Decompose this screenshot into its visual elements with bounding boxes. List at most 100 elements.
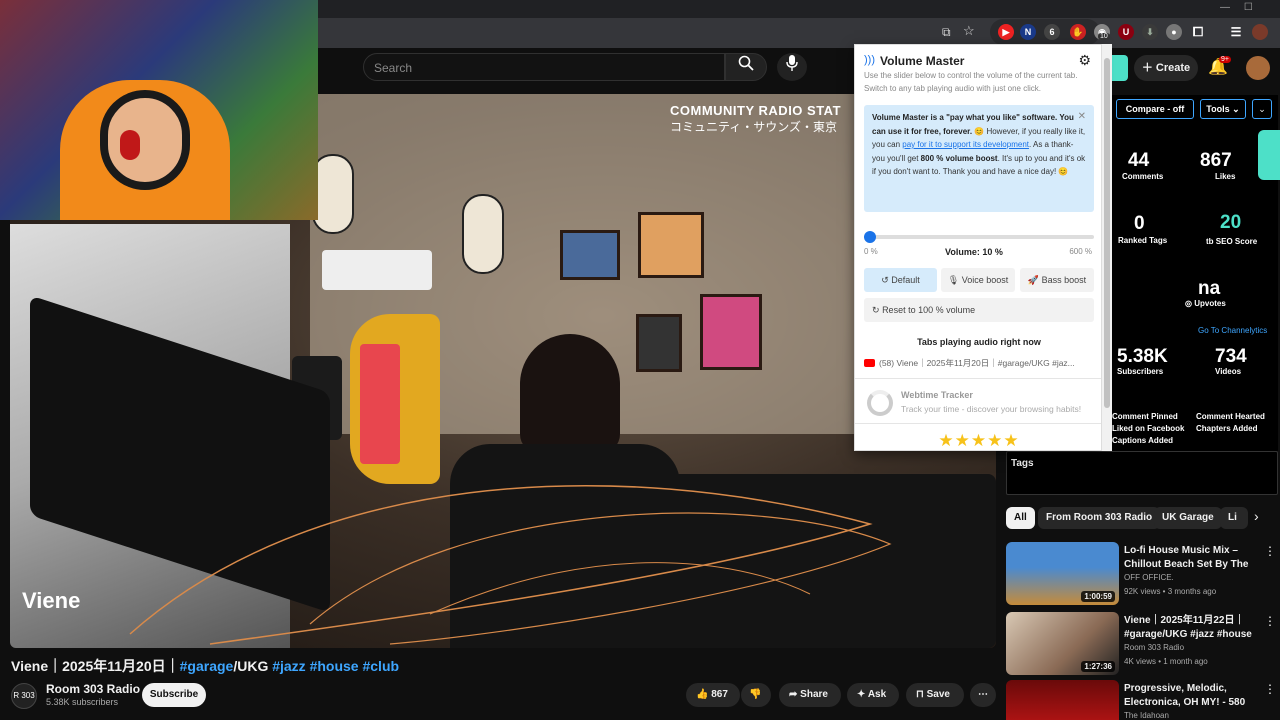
- chip-live[interactable]: Li: [1220, 507, 1248, 529]
- headphone-icon: [120, 130, 140, 160]
- hashtag-link[interactable]: #garage: [180, 658, 234, 674]
- puzzle-ext-icon[interactable]: ⧠: [1190, 24, 1206, 40]
- voice-boost-button[interactable]: 🎙 Voice boost: [941, 268, 1015, 292]
- webcam-overlay: [0, 0, 318, 220]
- tabs-heading: Tabs playing audio right now: [917, 337, 1041, 347]
- rating-stars[interactable]: ★★★★★: [855, 431, 1101, 450]
- subscribe-button[interactable]: Subscribe: [142, 683, 206, 707]
- hashtag-link[interactable]: #house: [310, 658, 359, 674]
- webtime-promo[interactable]: Webtime Tracker Track your time - discov…: [855, 378, 1101, 424]
- rec-channel[interactable]: OFF OFFICE.: [1124, 573, 1174, 582]
- six-ext-icon[interactable]: 6: [1044, 24, 1060, 40]
- channel-subscribers: 5.38K subscribers: [46, 697, 119, 707]
- thumbs-down-icon: 👎: [749, 689, 762, 700]
- channel-avatar[interactable]: R 303: [11, 683, 37, 709]
- hashtag-link[interactable]: #club: [362, 658, 399, 674]
- chevron-down-icon[interactable]: ⌄: [1252, 99, 1272, 119]
- pay-link[interactable]: pay for it to support its development: [902, 140, 1029, 149]
- window-controls[interactable]: — ☐: [1220, 2, 1253, 13]
- more-actions-icon[interactable]: ⋯: [970, 683, 996, 707]
- rec-channel[interactable]: The Idahoan: [1124, 711, 1169, 720]
- ranked-tags-count: 0: [1134, 213, 1145, 234]
- download-ext-icon[interactable]: ⬇: [1142, 24, 1158, 40]
- install-app-icon[interactable]: ⧉: [942, 25, 951, 40]
- bookmark-icon: ⊓: [916, 689, 924, 700]
- popup-title: Volume Master: [880, 54, 965, 68]
- rec-views: 4K views • 1 month ago: [1124, 657, 1208, 666]
- undo-icon: ↺: [881, 275, 889, 285]
- likes-label: Likes: [1215, 172, 1236, 181]
- profile-icon[interactable]: [1252, 24, 1268, 40]
- side-tab[interactable]: [1258, 130, 1280, 180]
- flag-captions-added: Captions Added: [1112, 436, 1174, 445]
- promo-subtitle: Track your time - discover your browsing…: [901, 404, 1082, 414]
- refresh-icon: ↻: [872, 305, 880, 315]
- mic-icon: 🎙: [947, 275, 960, 285]
- rec-title[interactable]: Viene｜2025年11月22日｜#garage/UKG #jazz #hou…: [1124, 614, 1264, 642]
- list-item[interactable]: Progressive, Melodic, Electronica, OH MY…: [1006, 680, 1280, 720]
- search-icon[interactable]: [725, 53, 767, 81]
- video-title: Viene｜2025年11月20日｜#garage/UKG #jazz #hou…: [11, 656, 399, 676]
- youtube-ext-icon[interactable]: ▶: [998, 24, 1014, 40]
- video-thumbnail[interactable]: [1006, 680, 1119, 720]
- tools-label: Tools: [1206, 104, 1230, 114]
- video-thumbnail[interactable]: 1:27:36: [1006, 612, 1119, 675]
- flag-comment-pinned: Comment Pinned: [1112, 412, 1178, 421]
- channel-name[interactable]: Room 303 Radio: [46, 682, 140, 696]
- volume-badge: 10: [1098, 33, 1110, 40]
- list-item[interactable]: 1:27:36 Viene｜2025年11月22日｜#garage/UKG #j…: [1006, 612, 1280, 676]
- search-input[interactable]: Search: [363, 53, 725, 81]
- video-thumbnail[interactable]: 1:00:59: [1006, 542, 1119, 605]
- hashtag-link[interactable]: #jazz: [272, 658, 305, 674]
- title-mid: /UKG: [233, 658, 273, 674]
- gear-icon[interactable]: ⚙: [1078, 52, 1091, 69]
- upvotes-label: ◎ Upvotes: [1185, 299, 1226, 308]
- save-button[interactable]: ⊓ Save: [906, 683, 964, 707]
- tools-button[interactable]: Tools ⌄: [1200, 99, 1246, 119]
- bookmark-star-icon[interactable]: ☆: [963, 23, 975, 39]
- adblock-ext-icon[interactable]: ✋: [1070, 24, 1086, 40]
- rec-title[interactable]: Lo-fi House Music Mix – Chillout Beach S…: [1124, 544, 1264, 572]
- chip-all[interactable]: All: [1006, 507, 1035, 529]
- reset-volume-button[interactable]: ↻ Reset to 100 % volume: [864, 298, 1094, 322]
- video-overlay-title: COMMUNITY RADIO STAT: [670, 103, 842, 118]
- avatar[interactable]: [1246, 56, 1270, 80]
- circle-ext-icon[interactable]: ●: [1166, 24, 1182, 40]
- more-options-icon[interactable]: ⋮: [1264, 544, 1276, 558]
- chip-from-channel[interactable]: From Room 303 Radio: [1038, 507, 1161, 529]
- ask-label: Ask: [867, 689, 887, 700]
- volume-slider-knob[interactable]: [863, 231, 876, 243]
- like-button[interactable]: 👍 867: [686, 683, 740, 707]
- bass-boost-button[interactable]: 🚀 Bass boost: [1020, 268, 1094, 292]
- dislike-button[interactable]: 👎: [741, 683, 771, 707]
- rec-channel[interactable]: Room 303 Radio: [1124, 643, 1184, 652]
- audio-tab-item[interactable]: (58) Viene｜2025年11月20日｜#garage/UKG #jaz.…: [864, 357, 1096, 369]
- share-button[interactable]: ➦ Share: [779, 683, 841, 707]
- thumbs-up-icon: 👍: [696, 689, 709, 700]
- ask-button[interactable]: ✦ Ask: [847, 683, 899, 707]
- mic-icon[interactable]: [777, 53, 807, 81]
- mode-default-button[interactable]: ↺ Default: [864, 268, 937, 292]
- n-ext-icon[interactable]: N: [1020, 24, 1036, 40]
- more-options-icon[interactable]: ⋮: [1264, 682, 1276, 696]
- likes-count: 867: [1200, 150, 1232, 171]
- subscribers-label: Subscribers: [1117, 367, 1164, 376]
- youtube-icon: [864, 359, 875, 367]
- create-button[interactable]: ＋ Create: [1134, 55, 1198, 81]
- close-icon[interactable]: ✕: [1078, 110, 1086, 124]
- volume-master-popup: ))) Volume Master ⚙ Use the slider below…: [854, 44, 1102, 451]
- chevron-right-icon[interactable]: ›: [1254, 508, 1259, 524]
- ublock-ext-icon[interactable]: U: [1118, 24, 1134, 40]
- upvotes-count: na: [1198, 278, 1221, 299]
- comments-count: 44: [1128, 150, 1150, 171]
- list-item[interactable]: 1:00:59 Lo-fi House Music Mix – Chillout…: [1006, 542, 1280, 606]
- chip-uk-garage[interactable]: UK Garage: [1154, 507, 1222, 529]
- channelytics-link[interactable]: Go To Channelytics: [1198, 326, 1267, 335]
- menu-icon[interactable]: ☰: [1228, 24, 1244, 40]
- popup-scrollbar-thumb[interactable]: [1104, 58, 1110, 408]
- more-options-icon[interactable]: ⋮: [1264, 614, 1276, 628]
- rec-title[interactable]: Progressive, Melodic, Electronica, OH MY…: [1124, 682, 1264, 710]
- sparkle-icon: ✦: [857, 689, 866, 700]
- volume-slider[interactable]: [863, 231, 1094, 243]
- compare-button[interactable]: Compare - off: [1116, 99, 1194, 119]
